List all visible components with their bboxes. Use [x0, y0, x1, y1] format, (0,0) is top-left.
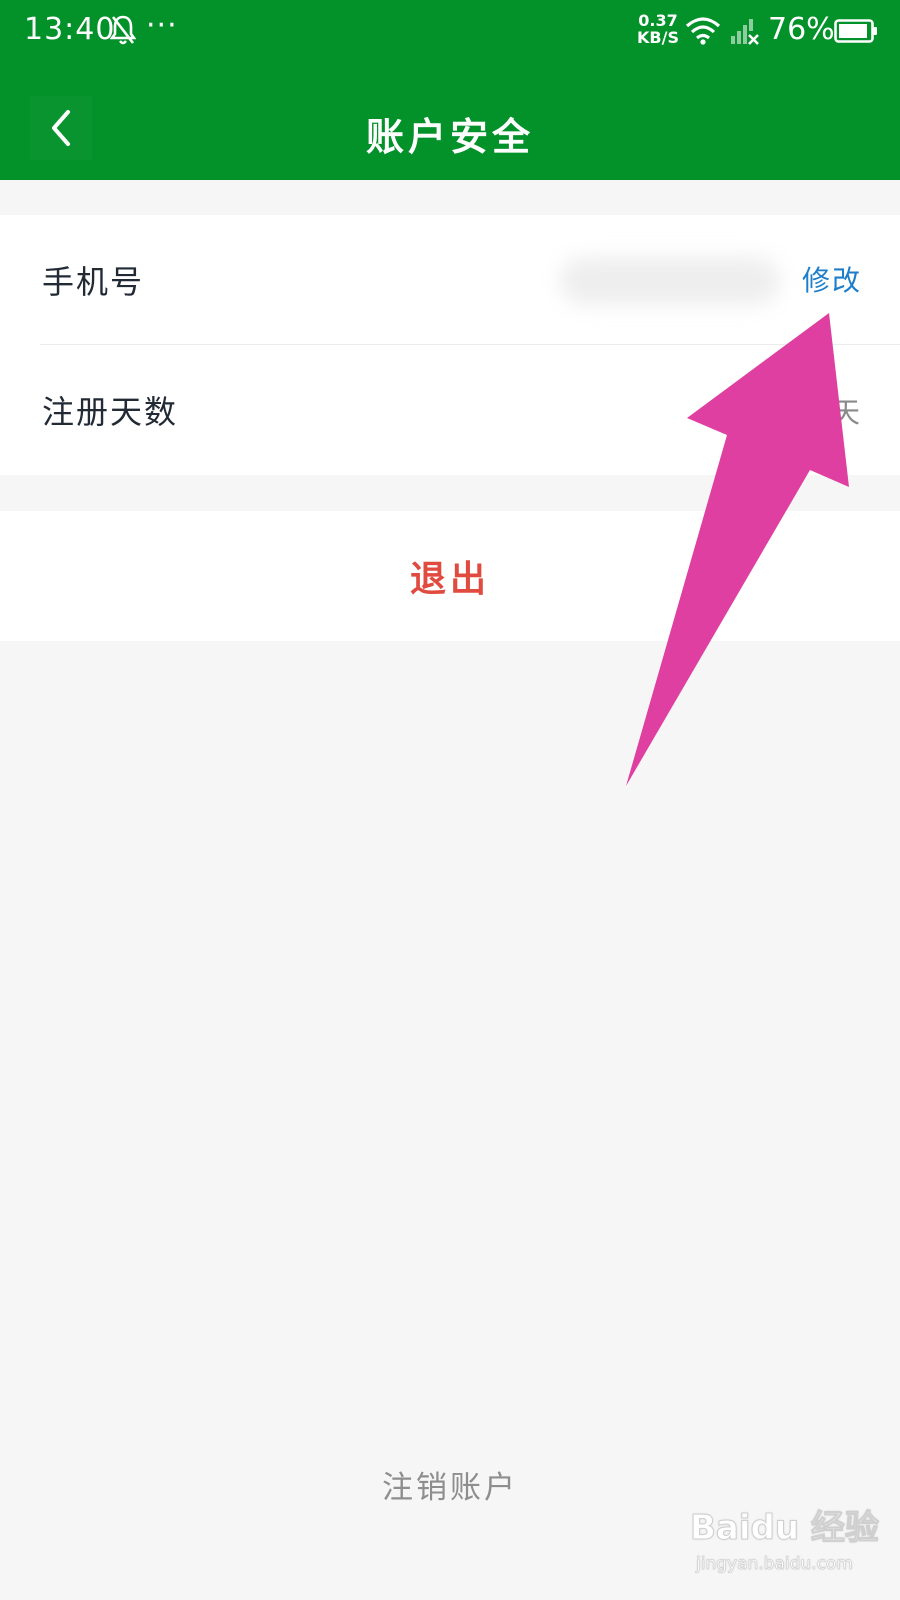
- baidu-jingyan-watermark: Baidu 经验 jingyan.baidu.com: [690, 1500, 880, 1590]
- network-speed-unit: KB/S: [637, 28, 679, 47]
- account-info-card: 手机号 修改 注册天数 天: [0, 215, 900, 475]
- logout-card: 退出: [0, 511, 900, 641]
- signal-icon: [730, 16, 760, 46]
- watermark-url: jingyan.baidu.com: [696, 1554, 853, 1575]
- battery-percentage: 76%: [768, 12, 835, 47]
- phone-label: 手机号: [42, 263, 145, 301]
- more-notifications-icon: ···: [146, 8, 178, 43]
- page-title: 账户安全: [365, 114, 534, 159]
- navigation-bar: 账户安全: [0, 96, 900, 164]
- bell-off-icon: [109, 14, 137, 46]
- registered-days-row: 注册天数 天: [0, 345, 900, 475]
- network-speed: 0.37 KB/S: [636, 12, 680, 46]
- logout-button[interactable]: 退出: [0, 511, 900, 641]
- wifi-icon: [685, 16, 721, 46]
- registered-days-value: 天: [831, 396, 860, 429]
- watermark-logo: Baidu 经验: [690, 1508, 880, 1549]
- registered-days-label: 注册天数: [42, 393, 179, 431]
- status-time: 13:40: [24, 12, 116, 47]
- modify-phone-link[interactable]: 修改: [802, 259, 862, 299]
- battery-icon: [834, 19, 878, 43]
- phone-row: 手机号 修改: [0, 215, 900, 345]
- status-bar: 13:40 ··· 0.37 KB/S 76%: [0, 0, 900, 62]
- phone-number-blurred: [560, 257, 780, 305]
- app-header: 13:40 ··· 0.37 KB/S 76% 账户安全: [0, 0, 900, 180]
